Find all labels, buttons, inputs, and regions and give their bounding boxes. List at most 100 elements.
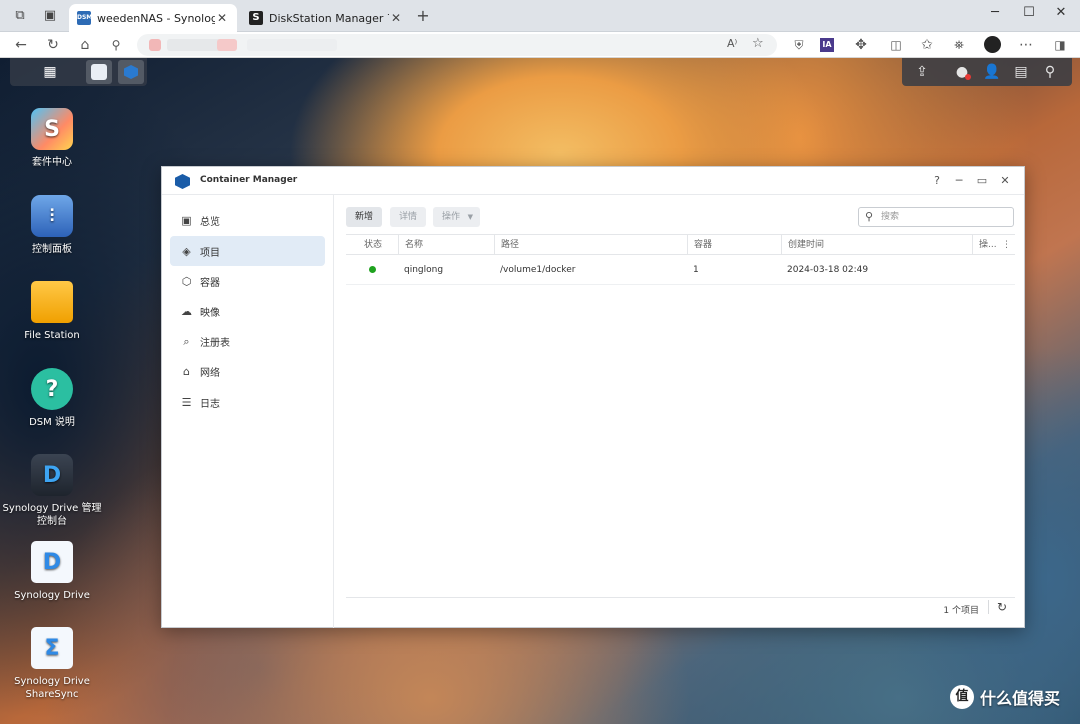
tab-title: DiskStation Manager 7.2 | 群晖科	[269, 12, 389, 25]
tab-weedennas[interactable]: DSM weedenNAS - Synology NAS ✕	[69, 4, 237, 32]
user-icon[interactable]: 👤	[981, 61, 1003, 83]
search-placeholder: 搜索	[881, 212, 900, 222]
sidebar-item-network[interactable]: ⌂ 网络	[170, 356, 325, 386]
project-name: qinglong	[404, 265, 444, 275]
tab-diskstation[interactable]: S DiskStation Manager 7.2 | 群晖科 ✕	[241, 4, 411, 32]
url-field[interactable]: A⁾ ☆	[137, 34, 777, 56]
desktop-icon-file-station[interactable]: File Station	[0, 281, 104, 342]
sidebar-icon[interactable]: ◨	[1051, 36, 1069, 54]
favorite-icon[interactable]: ☆	[752, 36, 764, 51]
watermark: 值 什么值得买	[950, 685, 1060, 709]
desktop-icon-label: DSM 说明	[29, 417, 75, 428]
create-button[interactable]: 新增	[346, 207, 383, 227]
column-header-actions[interactable]: 操...	[972, 235, 997, 254]
sidebar-item-label: 网络	[200, 367, 220, 379]
table-row[interactable]: qinglong /volume1/docker 1 2024-03-18 02…	[346, 255, 1015, 285]
desktop-icon-dsm-help[interactable]: ? DSM 说明	[0, 368, 104, 429]
maximize-icon[interactable]: ☐	[1019, 5, 1039, 20]
search-icon[interactable]: ⚲	[107, 36, 125, 54]
shopping-icon[interactable]: ⛯	[950, 36, 968, 54]
watermark-logo-icon: 值	[950, 685, 974, 709]
desktop-icon-label: Synology Drive 管理控制台	[2, 503, 102, 527]
image-icon: ☁	[181, 304, 192, 318]
back-icon[interactable]: ←	[12, 36, 30, 54]
main-panel: 新增 详情 操作 ▼ ⚲ 搜索 状态 名称 路径 容器 创建时间 操... ⋮ qi…	[335, 195, 1025, 628]
sidebar-item-log[interactable]: ☰ 日志	[170, 387, 325, 417]
action-button[interactable]: 操作 ▼	[433, 207, 481, 227]
main-menu-icon[interactable]: ▦	[37, 60, 63, 84]
package-center-task-icon[interactable]	[86, 60, 112, 84]
favorites-icon[interactable]: ✩	[918, 36, 936, 54]
search-icon[interactable]: ⚲	[1039, 61, 1061, 83]
browser-tab-bar: ⧉ ▣ DSM weedenNAS - Synology NAS ✕ S Dis…	[0, 0, 1080, 32]
window-close-icon[interactable]: ✕	[1051, 5, 1071, 20]
project-icon: ◈	[182, 244, 191, 258]
upload-icon[interactable]: ⇪	[911, 61, 933, 83]
notification-icon[interactable]: ●	[951, 61, 973, 83]
search-input[interactable]: ⚲ 搜索	[858, 207, 1014, 227]
extension-icon[interactable]: ✥	[852, 36, 870, 54]
sidebar-item-label: 总览	[200, 216, 220, 228]
desktop-icon-control-panel[interactable]: ⫶ 控制面板	[0, 195, 104, 256]
column-header-name[interactable]: 名称	[398, 235, 423, 254]
column-header-path[interactable]: 路径	[494, 235, 519, 254]
desktop-icon-sharesync[interactable]: Σ Synology Drive ShareSync	[0, 627, 104, 701]
sidebar-item-container[interactable]: ⬡ 容器	[170, 266, 325, 296]
sidebar-item-image[interactable]: ☁ 映像	[170, 296, 325, 326]
column-menu-icon[interactable]: ⋮	[1002, 235, 1011, 254]
help-icon: ?	[31, 368, 73, 410]
window-title: Container Manager	[200, 175, 298, 185]
sidebar: ▣ 总览 ◈ 项目 ⬡ 容器 ☁ 映像 ⌕ 注册表 ⌂ 网络 ☰ 日志	[162, 195, 334, 628]
help-icon[interactable]: ?	[929, 173, 945, 189]
sidebar-item-label: 容器	[200, 277, 220, 289]
container-manager-icon	[175, 174, 190, 189]
sidebar-item-project[interactable]: ◈ 项目	[170, 236, 325, 266]
close-icon[interactable]: ✕	[997, 173, 1013, 189]
desktop-icon-label: 控制面板	[32, 244, 72, 255]
item-count: 1 个项目	[943, 606, 979, 616]
ia-icon[interactable]: IA	[820, 38, 834, 52]
refresh-icon[interactable]: ↻	[44, 36, 62, 54]
dsm-taskbar-right: ⇪ ● 👤 ▤ ⚲	[902, 58, 1072, 86]
search-icon: ⚲	[865, 210, 874, 223]
table-header: 状态 名称 路径 容器 创建时间 操... ⋮	[346, 234, 1015, 255]
new-tab-icon[interactable]: +	[414, 7, 432, 25]
details-button[interactable]: 详情	[390, 207, 427, 227]
column-header-status[interactable]: 状态	[358, 235, 382, 254]
window-title-bar[interactable]: Container Manager ? ─ ▭ ✕	[162, 167, 1024, 195]
container-manager-task-icon[interactable]	[118, 60, 144, 84]
desktop-icon-label: 套件中心	[32, 157, 72, 168]
sidebar-item-registry[interactable]: ⌕ 注册表	[170, 326, 325, 356]
desktop-icon-label: Synology Drive ShareSync	[14, 676, 90, 700]
desktop-icon-package-center[interactable]: S 套件中心	[0, 108, 104, 169]
close-icon[interactable]: ✕	[215, 11, 229, 25]
minimize-icon[interactable]: ─	[951, 173, 967, 189]
sidebar-item-overview[interactable]: ▣ 总览	[170, 205, 325, 235]
package-center-icon: S	[31, 108, 73, 150]
minimize-icon[interactable]: ─	[985, 5, 1005, 20]
more-icon[interactable]: ⋯	[1017, 36, 1035, 54]
shield-icon[interactable]: ⛨	[790, 36, 808, 54]
desktop-icon-label: File Station	[24, 330, 80, 341]
refresh-icon[interactable]: ↻	[987, 600, 1007, 614]
profile-icon[interactable]	[984, 36, 1001, 53]
desktop-icon-synology-drive[interactable]: D Synology Drive	[0, 541, 104, 602]
table-footer: 1 个项目 ↻	[346, 597, 1015, 619]
log-icon: ☰	[181, 395, 192, 409]
home-icon[interactable]: ⌂	[76, 36, 94, 54]
tabs-icon[interactable]: ⧉	[11, 7, 29, 25]
close-icon[interactable]: ✕	[389, 11, 403, 25]
control-panel-icon: ⫶	[31, 195, 73, 237]
drive-admin-icon: D	[31, 454, 73, 496]
maximize-icon[interactable]: ▭	[974, 173, 990, 189]
desktop-icon-drive-admin[interactable]: D Synology Drive 管理控制台	[0, 454, 104, 528]
column-header-containers[interactable]: 容器	[687, 235, 712, 254]
container-icon: ⬡	[181, 274, 192, 288]
synology-favicon-icon: S	[249, 11, 263, 25]
sidebar-tabs-icon[interactable]: ▣	[41, 7, 59, 25]
read-aloud-icon[interactable]: A⁾	[727, 37, 737, 50]
column-header-created[interactable]: 创建时间	[781, 235, 824, 254]
dsm-desktop: ▦ ⇪ ● 👤 ▤ ⚲ S 套件中心 ⫶ 控制面板 File Station ?…	[0, 58, 1080, 724]
widgets-icon[interactable]: ▤	[1010, 61, 1032, 83]
split-icon[interactable]: ◫	[887, 36, 905, 54]
